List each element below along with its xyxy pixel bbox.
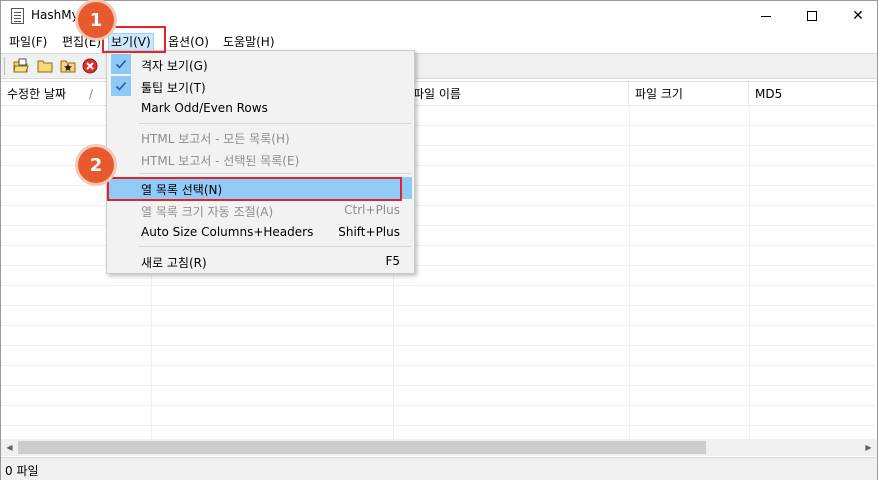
grid-line (629, 106, 630, 440)
open-file-icon[interactable] (13, 58, 29, 74)
column-header-filesize[interactable]: 파일 크기 (629, 82, 749, 106)
step-badge-2: 2 (78, 147, 114, 183)
menu-item-grid-view[interactable]: 격자 보기(G) (109, 53, 412, 75)
column-header-md5[interactable]: MD5 (749, 82, 877, 106)
status-file-count: 0 파일 (5, 464, 39, 478)
grid-line (1, 285, 877, 286)
app-document-icon (11, 8, 24, 24)
stop-icon[interactable] (82, 58, 98, 74)
menu-separator (139, 246, 411, 247)
menu-options[interactable]: 옵션(O) (166, 33, 211, 51)
menu-item-shortcut: F5 (385, 254, 400, 268)
menu-item-label: HTML 보고서 - 모든 목록(H) (141, 132, 290, 146)
menu-item-html-report-selected[interactable]: HTML 보고서 - 선택된 목록(E) (109, 148, 412, 170)
sort-indicator: / (89, 87, 94, 101)
scroll-left-icon[interactable]: ◀ (1, 439, 18, 456)
menu-item-label: Auto Size Columns+Headers (141, 225, 314, 239)
menu-separator (139, 123, 411, 124)
grid-line (1, 345, 877, 346)
minimize-button[interactable] (743, 1, 789, 31)
grid-line (1, 405, 877, 406)
menu-item-label: 열 목록 크기 자동 조절(A) (141, 205, 274, 219)
menu-item-shortcut: Ctrl+Plus (344, 203, 400, 217)
scroll-right-icon[interactable]: ▶ (860, 439, 877, 456)
close-icon: ✕ (852, 8, 864, 24)
maximize-icon (807, 11, 817, 21)
status-bar: 0 파일 (1, 457, 877, 480)
menu-item-label: 격자 보기(G) (141, 59, 208, 73)
column-header-filename[interactable]: 파일 이름 (393, 82, 629, 106)
column-label: 파일 크기 (635, 87, 683, 101)
toolbar-grip (4, 57, 6, 75)
menu-item-autosize-headers[interactable]: Auto Size Columns+Headers Shift+Plus (109, 221, 412, 243)
grid-line (749, 106, 750, 440)
menu-item-shortcut: Shift+Plus (338, 225, 400, 239)
grid-line (1, 325, 877, 326)
grid-line (1, 385, 877, 386)
menu-item-label: 새로 고침(R) (141, 256, 207, 270)
menu-item-tooltips[interactable]: 툴팁 보기(T) (109, 75, 412, 97)
column-label: 파일 이름 (413, 87, 461, 101)
view-menu-dropdown: 격자 보기(G) 툴팁 보기(T) Mark Odd/Even Rows HTM… (106, 50, 415, 274)
grid-line (1, 425, 877, 426)
annotation-box-view-menu (102, 26, 166, 53)
maximize-button[interactable] (789, 1, 835, 31)
menu-help[interactable]: 도움말(H) (221, 33, 277, 51)
horizontal-scrollbar[interactable]: ◀ ▶ (1, 439, 877, 456)
menu-file[interactable]: 파일(F) (7, 33, 49, 51)
scrollbar-thumb[interactable] (18, 441, 706, 454)
column-label: 수정한 날짜 (7, 87, 67, 101)
star-folder-icon[interactable] (60, 58, 76, 74)
checkmark-icon (111, 76, 131, 96)
menu-item-mark-rows[interactable]: Mark Odd/Even Rows (109, 97, 412, 119)
close-button[interactable]: ✕ (835, 1, 878, 31)
column-label: MD5 (755, 87, 783, 101)
menu-item-label: Mark Odd/Even Rows (141, 101, 268, 115)
minimize-icon (761, 15, 771, 17)
folder-icon[interactable] (37, 58, 53, 74)
menu-separator (139, 173, 411, 174)
grid-line (1, 365, 877, 366)
menu-item-refresh[interactable]: 새로 고침(R) F5 (109, 250, 412, 272)
grid-line (1, 305, 877, 306)
menu-item-autosize-columns[interactable]: 열 목록 크기 자동 조절(A) Ctrl+Plus (109, 199, 412, 221)
menu-item-html-report-all[interactable]: HTML 보고서 - 모든 목록(H) (109, 126, 412, 148)
menu-item-label: 툴팁 보기(T) (141, 81, 206, 95)
annotation-box-choose-columns (107, 177, 402, 201)
menu-item-label: HTML 보고서 - 선택된 목록(E) (141, 154, 300, 168)
step-badge-1: 1 (78, 2, 114, 38)
checkmark-icon (111, 54, 131, 74)
